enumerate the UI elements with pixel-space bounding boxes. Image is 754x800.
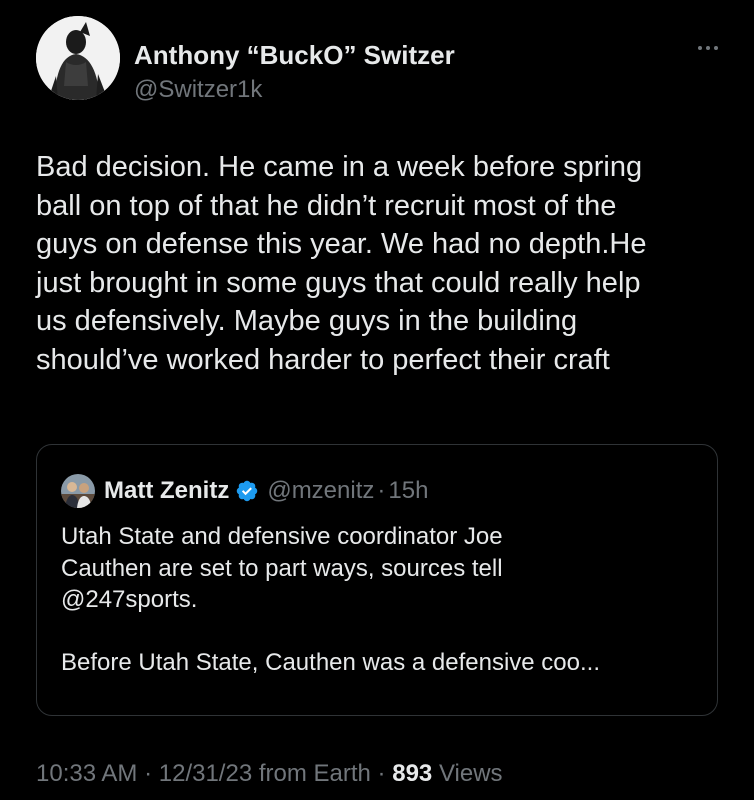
quoted-text-line: Cauthen are set to part ways, sources te… — [61, 554, 503, 582]
tweet-text-line: should’ve worked harder to perfect their… — [36, 343, 610, 376]
separator-dot: · — [377, 477, 386, 504]
views-label[interactable]: Views — [439, 760, 503, 787]
quoted-tweet-text: Utah State and defensive coordinator Joe… — [61, 521, 701, 679]
quoted-tweet-time[interactable]: 15h — [388, 477, 428, 505]
person-photo-icon — [36, 16, 120, 100]
tweet-time[interactable]: 10:33 AM — [36, 760, 137, 787]
tweet-date[interactable]: 12/31/23 — [159, 760, 252, 787]
tweet-header: Anthony “BuckO” Switzer @Switzer1k — [36, 16, 726, 106]
tweet-text-line: us defensively. Maybe guys in the buildi… — [36, 305, 578, 337]
quoted-text-line: @247sports. — [61, 586, 198, 613]
tweet-source: from Earth — [258, 760, 371, 787]
separator-dot: · — [377, 760, 386, 787]
tweet-metadata: 10:33 AM · 12/31/23 from Earth · 893 Vie… — [36, 760, 503, 788]
tweet-text-line: guys on defense this year. We had no dep… — [36, 228, 647, 260]
quoted-tweet-card[interactable]: Matt Zenitz @mzenitz · 15h Utah State an… — [36, 444, 718, 716]
author-handle[interactable]: @Switzer1k — [134, 76, 262, 104]
dot — [714, 46, 718, 50]
tweet-text-line: ball on top of that he didn’t recruit mo… — [36, 189, 617, 222]
dot — [706, 46, 710, 50]
quoted-author-name[interactable]: Matt Zenitz — [104, 477, 229, 505]
quoted-tweet-header: Matt Zenitz @mzenitz · 15h — [61, 473, 428, 509]
separator-dot: · — [144, 760, 153, 787]
quoted-text-line — [61, 616, 701, 648]
tweet-text-line: just brought in some guys that could rea… — [36, 266, 641, 299]
views-count[interactable]: 893 — [392, 760, 432, 787]
tweet-text: Bad decision. He came in a week before s… — [36, 148, 726, 379]
person-photo-icon — [61, 474, 95, 508]
verified-badge-icon — [237, 480, 258, 502]
author-name[interactable]: Anthony “BuckO” Switzer — [134, 40, 455, 71]
author-avatar[interactable] — [36, 16, 120, 100]
quoted-text-line: Before Utah State, Cauthen was a defensi… — [61, 649, 600, 676]
quoted-author-handle[interactable]: @mzenitz — [267, 477, 374, 505]
ellipsis-icon[interactable] — [690, 36, 726, 60]
tweet-text-line: Bad decision. He came in a week before s… — [36, 151, 643, 183]
dot — [698, 46, 702, 50]
quoted-author-avatar[interactable] — [61, 474, 95, 508]
quoted-text-line: Utah State and defensive coordinator Joe — [61, 523, 503, 550]
